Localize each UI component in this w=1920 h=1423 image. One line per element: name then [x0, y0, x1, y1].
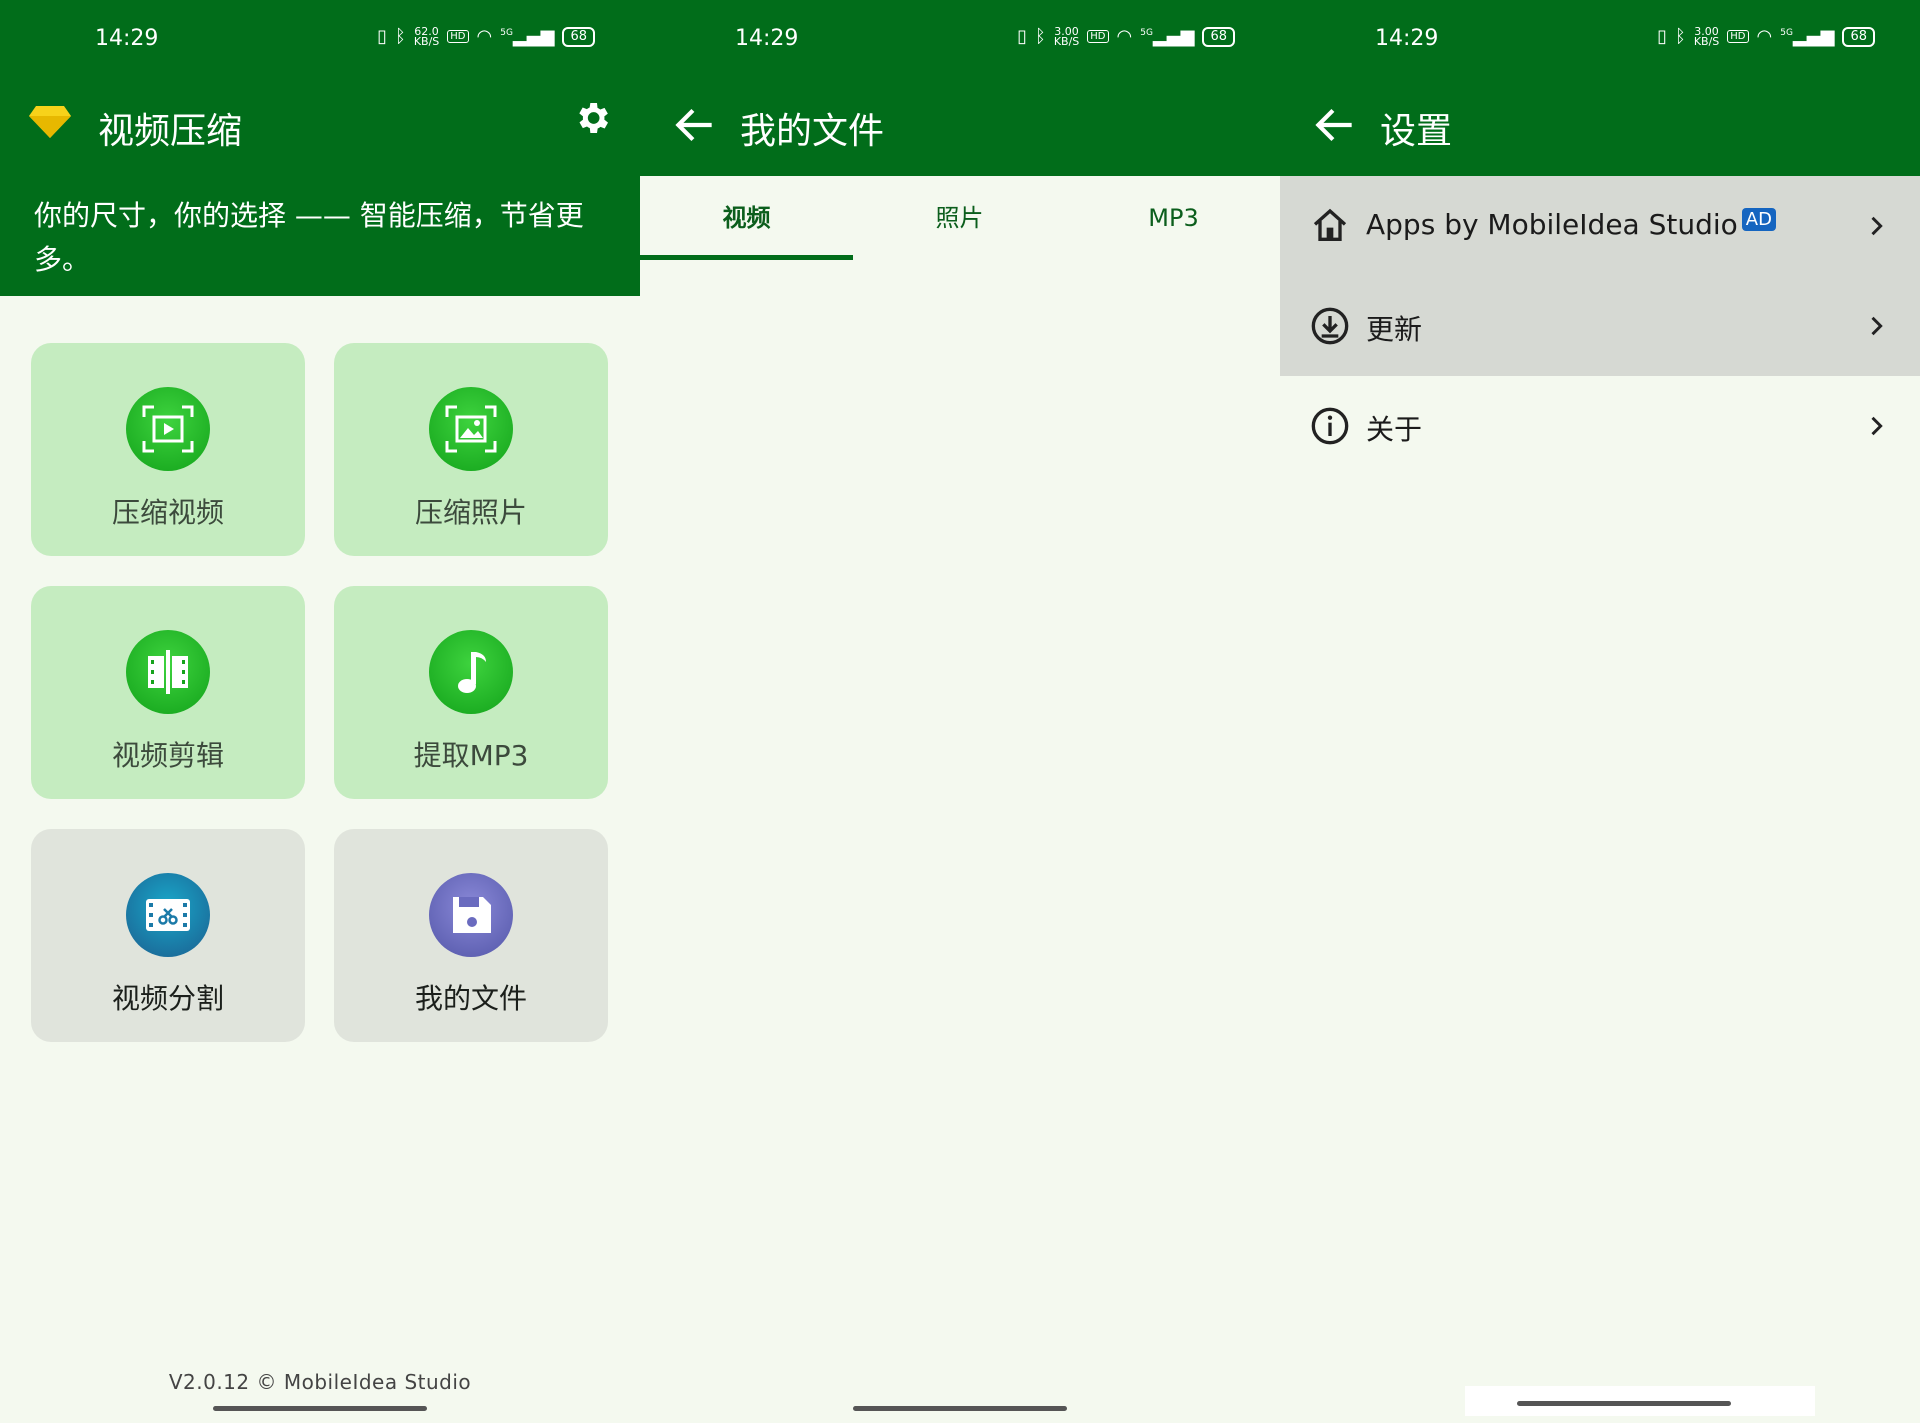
- status-icons: ▯ ᛒ 3.00 KB/S HD ◠ 5G▂▄▆ 68: [1017, 26, 1235, 47]
- music-note-icon: [429, 630, 513, 714]
- card-label: 提取MP3: [413, 739, 529, 772]
- tagline-text: 你的尺寸，你的选择 —— 智能压缩，节省更多。: [34, 199, 584, 276]
- file-type-tabs: 视频 照片 MP3: [640, 176, 1280, 260]
- video-edit-icon: [126, 630, 210, 714]
- compress-photo-card[interactable]: 压缩照片: [334, 343, 608, 556]
- wifi-icon: ◠: [1756, 26, 1773, 47]
- page-title: 我的文件: [740, 111, 885, 152]
- settings-item-apps[interactable]: Apps by MobileIdea Studio AD: [1280, 176, 1920, 276]
- home-indicator[interactable]: [853, 1406, 1067, 1411]
- signal-icon: 5G▂▄▆: [500, 26, 555, 47]
- settings-item-label: Apps by MobileIdea Studio AD: [1366, 208, 1776, 241]
- settings-gear-icon[interactable]: [572, 98, 612, 138]
- vibrate-icon: ▯: [1017, 26, 1027, 47]
- vibrate-icon: ▯: [1657, 26, 1667, 47]
- video-edit-card[interactable]: 视频剪辑: [31, 586, 305, 799]
- ad-badge: AD: [1741, 208, 1776, 231]
- chevron-right-icon: [1871, 416, 1883, 436]
- vibrate-icon: ▯: [377, 26, 387, 47]
- info-icon: [1311, 407, 1349, 445]
- status-time: 14:29: [1375, 26, 1439, 51]
- bluetooth-icon: ᛒ: [1035, 26, 1046, 47]
- status-time: 14:29: [95, 26, 159, 51]
- bluetooth-icon: ᛒ: [1675, 26, 1686, 47]
- card-label: 压缩照片: [414, 496, 527, 529]
- tab-video[interactable]: 视频: [640, 176, 853, 260]
- hd-badge: HD: [1087, 30, 1109, 43]
- battery-icon: 68: [1202, 26, 1235, 47]
- compress-video-card[interactable]: 压缩视频: [31, 343, 305, 556]
- compress-video-icon: [126, 387, 210, 471]
- compress-photo-icon: [429, 387, 513, 471]
- settings-item-label: 更新: [1366, 313, 1423, 346]
- back-arrow-icon[interactable]: [670, 100, 720, 150]
- status-bar: 14:29 ▯ ᛒ 3.00 KB/S HD ◠ 5G▂▄▆ 68: [1280, 0, 1920, 80]
- home-indicator[interactable]: [1517, 1401, 1731, 1406]
- home-indicator[interactable]: [213, 1406, 427, 1411]
- status-icons: ▯ ᛒ 62.0 KB/S HD ◠ 5G▂▄▆ 68: [377, 26, 595, 47]
- settings-screen: 14:29 ▯ ᛒ 3.00 KB/S HD ◠ 5G▂▄▆ 68 设置 Apps…: [1280, 0, 1920, 1423]
- extract-mp3-card[interactable]: 提取MP3: [334, 586, 608, 799]
- settings-item-update[interactable]: 更新: [1280, 276, 1920, 376]
- signal-icon: 5G▂▄▆: [1780, 26, 1835, 47]
- video-split-card[interactable]: 视频分割: [31, 829, 305, 1042]
- wifi-icon: ◠: [476, 26, 493, 47]
- signal-icon: 5G▂▄▆: [1140, 26, 1195, 47]
- premium-diamond-icon[interactable]: [28, 104, 72, 140]
- status-bar: 14:29 ▯ ᛒ 3.00 KB/S HD ◠ 5G▂▄▆ 68: [640, 0, 1280, 80]
- tab-photo[interactable]: 照片: [853, 176, 1066, 260]
- bluetooth-icon: ᛒ: [395, 26, 406, 47]
- back-arrow-icon[interactable]: [1310, 100, 1360, 150]
- app-bar: 我的文件: [640, 80, 1280, 176]
- app-title: 视频压缩: [98, 111, 243, 152]
- download-circle-icon: [1311, 307, 1349, 345]
- card-label: 我的文件: [414, 982, 527, 1015]
- settings-item-label: 关于: [1366, 413, 1423, 446]
- net-speed: 3.00 KB/S: [1053, 24, 1080, 48]
- net-speed: 3.00 KB/S: [1693, 24, 1720, 48]
- video-split-icon: [126, 873, 210, 957]
- status-bar: 14:29 ▯ ᛒ 62.0 KB/S HD ◠ 5G▂▄▆ 68: [0, 0, 640, 80]
- card-label: 视频剪辑: [111, 739, 224, 772]
- tab-indicator: [640, 255, 853, 260]
- my-files-screen: 14:29 ▯ ᛒ 3.00 KB/S HD ◠ 5G▂▄▆ 68 我的文件 视频…: [640, 0, 1280, 1423]
- app-bar: 设置: [1280, 80, 1920, 176]
- my-files-card[interactable]: 我的文件: [334, 829, 608, 1042]
- card-label: 视频分割: [111, 982, 224, 1015]
- page-title: 设置: [1380, 111, 1453, 152]
- net-speed: 62.0 KB/S: [413, 24, 440, 48]
- hd-badge: HD: [1727, 30, 1749, 43]
- wifi-icon: ◠: [1116, 26, 1133, 47]
- app-bar: 视频压缩: [0, 80, 640, 176]
- save-disk-icon: [429, 873, 513, 957]
- status-icons: ▯ ᛒ 3.00 KB/S HD ◠ 5G▂▄▆ 68: [1657, 26, 1875, 47]
- main-screen: 14:29 ▯ ᛒ 62.0 KB/S HD ◠ 5G▂▄▆ 68 视频压缩 你的…: [0, 0, 640, 1423]
- tagline-banner: 你的尺寸，你的选择 —— 智能压缩，节省更多。: [0, 176, 640, 296]
- chevron-right-icon: [1871, 316, 1883, 336]
- hd-badge: HD: [447, 30, 469, 43]
- home-icon: [1313, 208, 1347, 241]
- settings-item-about[interactable]: 关于: [1280, 376, 1920, 476]
- battery-icon: 68: [1842, 26, 1875, 47]
- chevron-right-icon: [1871, 216, 1883, 236]
- tab-mp3[interactable]: MP3: [1067, 176, 1280, 260]
- card-label: 压缩视频: [111, 496, 224, 529]
- battery-icon: 68: [562, 26, 595, 47]
- version-text: V2.0.12 © MobileIdea Studio: [168, 1370, 472, 1394]
- status-time: 14:29: [735, 26, 799, 51]
